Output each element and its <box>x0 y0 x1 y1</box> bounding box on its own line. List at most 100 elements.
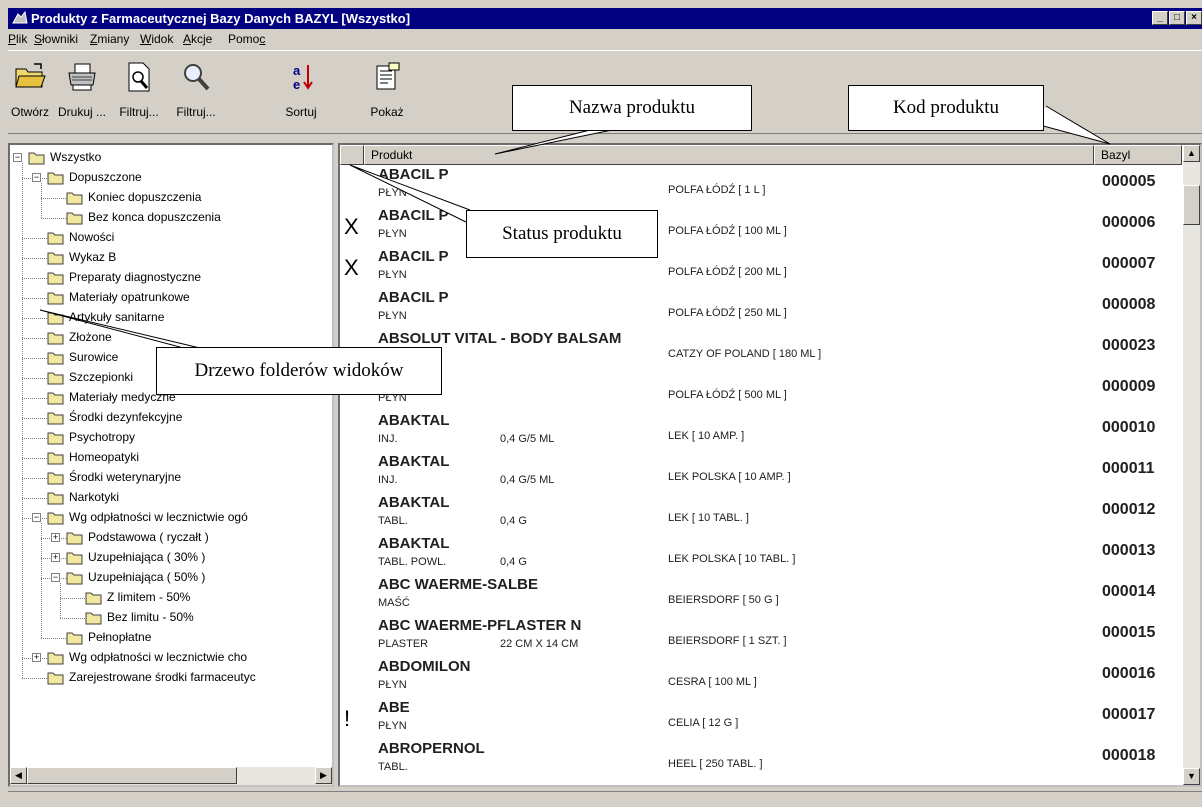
folder-icon <box>47 332 64 345</box>
tree-expander[interactable]: − <box>13 153 22 162</box>
scroll-down-button[interactable]: ▼ <box>1183 768 1200 785</box>
tree-expander[interactable]: + <box>51 533 60 542</box>
menu-dictionaries[interactable]: Słowniki <box>34 32 78 46</box>
product-dose: 0,4 G/5 ML <box>500 474 555 486</box>
folder-icon <box>66 192 83 205</box>
tree-item-label: Artykuły sanitarne <box>69 310 165 324</box>
list-scroll-thumb[interactable] <box>1183 185 1200 225</box>
product-manufacturer: LEK [ 10 TABL. ] <box>668 512 749 524</box>
tree-connector <box>22 438 47 439</box>
product-name: ABACIL P <box>378 248 449 265</box>
filter-button-1[interactable]: Filtruj... <box>114 53 164 133</box>
print-button[interactable]: Drukuj ... <box>54 53 110 133</box>
product-name: ABACIL P <box>378 207 449 224</box>
tree-item-label: Wszystko <box>50 150 102 164</box>
product-name: ABROPERNOL <box>378 740 485 757</box>
menu-help[interactable]: Pomoc <box>228 32 265 46</box>
folder-icon <box>47 292 64 305</box>
product-name: ABDOMILON <box>378 658 471 675</box>
product-row[interactable]: ABC WAERME-SALBE MAŚĆ BEIERSDORF [ 50 G ] 0… <box>340 575 1180 616</box>
product-row[interactable]: PŁYN POLFA ŁÓDŹ [ 500 ML ] 000009 <box>340 370 1180 411</box>
product-row[interactable]: ABACIL P PŁYN POLFA ŁÓDŹ [ 1 L ] 000005 <box>340 165 1180 206</box>
product-name: ABAKTAL <box>378 412 450 429</box>
tree-connector <box>22 258 47 259</box>
product-row[interactable]: ABAKTAL TABL. POWL. 0,4 G LEK POLSKA [ 10 T… <box>340 534 1180 575</box>
product-row[interactable]: ! ABE PŁYN CELIA [ 12 G ] 000017 <box>340 698 1180 739</box>
tree-expander[interactable]: + <box>51 553 60 562</box>
product-manufacturer: LEK POLSKA [ 10 AMP. ] <box>668 471 791 483</box>
folder-icon <box>47 312 64 325</box>
tree-expander[interactable]: − <box>32 513 41 522</box>
product-code: 000017 <box>1102 706 1156 723</box>
menu-view[interactable]: Widok <box>140 32 173 46</box>
close-button[interactable]: × <box>1186 11 1202 25</box>
maximize-button[interactable]: □ <box>1169 11 1185 25</box>
menu-actions[interactable]: Akcje <box>183 32 212 46</box>
product-manufacturer: POLFA ŁÓDŹ [ 500 ML ] <box>668 389 787 401</box>
show-button[interactable]: Pokaż <box>362 53 412 133</box>
status-column-header[interactable] <box>340 145 364 165</box>
tree-expander[interactable]: − <box>51 573 60 582</box>
product-code: 000006 <box>1102 214 1156 231</box>
tree-connector <box>22 418 47 419</box>
product-row[interactable]: ABROPERNOL TABL. HEEL [ 250 TABL. ] 000018 <box>340 739 1180 780</box>
minimize-button[interactable]: _ <box>1152 11 1168 25</box>
menu-changes[interactable]: Zmiany <box>90 32 129 46</box>
tree-item-label: Z limitem - 50% <box>107 590 191 604</box>
sort-label: Sortuj <box>285 105 317 119</box>
code-column-header[interactable]: Bazyl <box>1094 145 1182 165</box>
tree-connector <box>41 523 42 638</box>
product-form: PŁYN <box>378 269 407 281</box>
folder-tree[interactable]: ◀ ▶ Wszystko − Dopuszczone − Koniec dopuszcz… <box>8 143 334 787</box>
tree-connector <box>60 618 85 619</box>
list-vertical-scrollbar[interactable]: ▲ ▼ <box>1183 145 1200 785</box>
product-manufacturer: POLFA ŁÓDŹ [ 100 ML ] <box>668 225 787 237</box>
folder-icon <box>47 452 64 465</box>
product-code: 000023 <box>1102 337 1156 354</box>
product-code: 000009 <box>1102 378 1156 395</box>
tree-item-label: Dopuszczone <box>69 170 142 184</box>
product-name: ABACIL P <box>378 166 449 183</box>
magnifier-icon <box>184 64 210 91</box>
open-button[interactable]: Otwórz <box>8 53 52 133</box>
product-row[interactable]: ABAKTAL INJ. 0,4 G/5 ML LEK POLSKA [ 10 AMP… <box>340 452 1180 493</box>
product-row[interactable]: ABACIL P PŁYN POLFA ŁÓDŹ [ 250 ML ] 000008 <box>340 288 1180 329</box>
tree-connector <box>41 183 42 218</box>
tree-item-label: Narkotyki <box>69 490 120 504</box>
tree-item-label: Uzupełniająca ( 50% ) <box>88 570 206 584</box>
tree-item-label: Wg odpłatności w lecznictwie cho <box>69 650 248 664</box>
tree-item-label: Środki weterynaryjne <box>69 470 182 484</box>
menu-file[interactable]: Plik <box>8 32 27 46</box>
product-row[interactable]: ABSOLUT VITAL - BODY BALSAM CATZY OF POLA… <box>340 329 1180 370</box>
scroll-left-button[interactable]: ◀ <box>10 767 27 784</box>
product-column-header[interactable]: Produkt <box>364 145 1094 165</box>
tree-connector <box>22 238 47 239</box>
product-row[interactable]: ABAKTAL INJ. 0,4 G/5 ML LEK [ 10 AMP. ] 0000… <box>340 411 1180 452</box>
scroll-up-button[interactable]: ▲ <box>1183 145 1200 162</box>
tree-horizontal-scrollbar[interactable]: ◀ ▶ <box>10 767 332 785</box>
product-form: TABL. POWL. <box>378 556 447 568</box>
product-form: INJ. <box>378 433 398 445</box>
product-row[interactable]: ABAKTAL TABL. 0,4 G LEK [ 10 TABL. ] 000012 <box>340 493 1180 534</box>
tree-item-label: Zarejestrowane środki farmaceutyc <box>69 670 256 684</box>
product-row[interactable]: ABC WAERME-PFLASTER N PLASTER 22 CM X 14 C… <box>340 616 1180 657</box>
folder-icon <box>47 372 64 385</box>
filter-button-2[interactable]: Filtruj... <box>168 53 224 133</box>
product-code: 000016 <box>1102 665 1156 682</box>
product-row[interactable]: ABDOMILON PŁYN CESRA [ 100 ML ] 000016 <box>340 657 1180 698</box>
product-code: 000014 <box>1102 583 1156 600</box>
tree-connector <box>22 498 47 499</box>
scroll-right-button[interactable]: ▶ <box>315 767 332 784</box>
product-name: ABC WAERME-SALBE <box>378 576 538 593</box>
title-bar[interactable]: Produkty z Farmaceutycznej Bazy Danych B… <box>8 8 1202 29</box>
product-code: 000012 <box>1102 501 1156 518</box>
scroll-thumb[interactable] <box>27 767 237 784</box>
tree-item-label: Szczepionki <box>69 370 134 384</box>
product-dose: 22 CM X 14 CM <box>500 638 579 650</box>
sort-button[interactable]: a e Sortuj <box>280 53 322 133</box>
tree-expander[interactable]: + <box>32 653 41 662</box>
folder-icon <box>47 352 64 365</box>
product-code: 000010 <box>1102 419 1156 436</box>
tree-expander[interactable]: − <box>32 173 41 182</box>
tree-item-label: Materiały opatrunkowe <box>69 290 190 304</box>
